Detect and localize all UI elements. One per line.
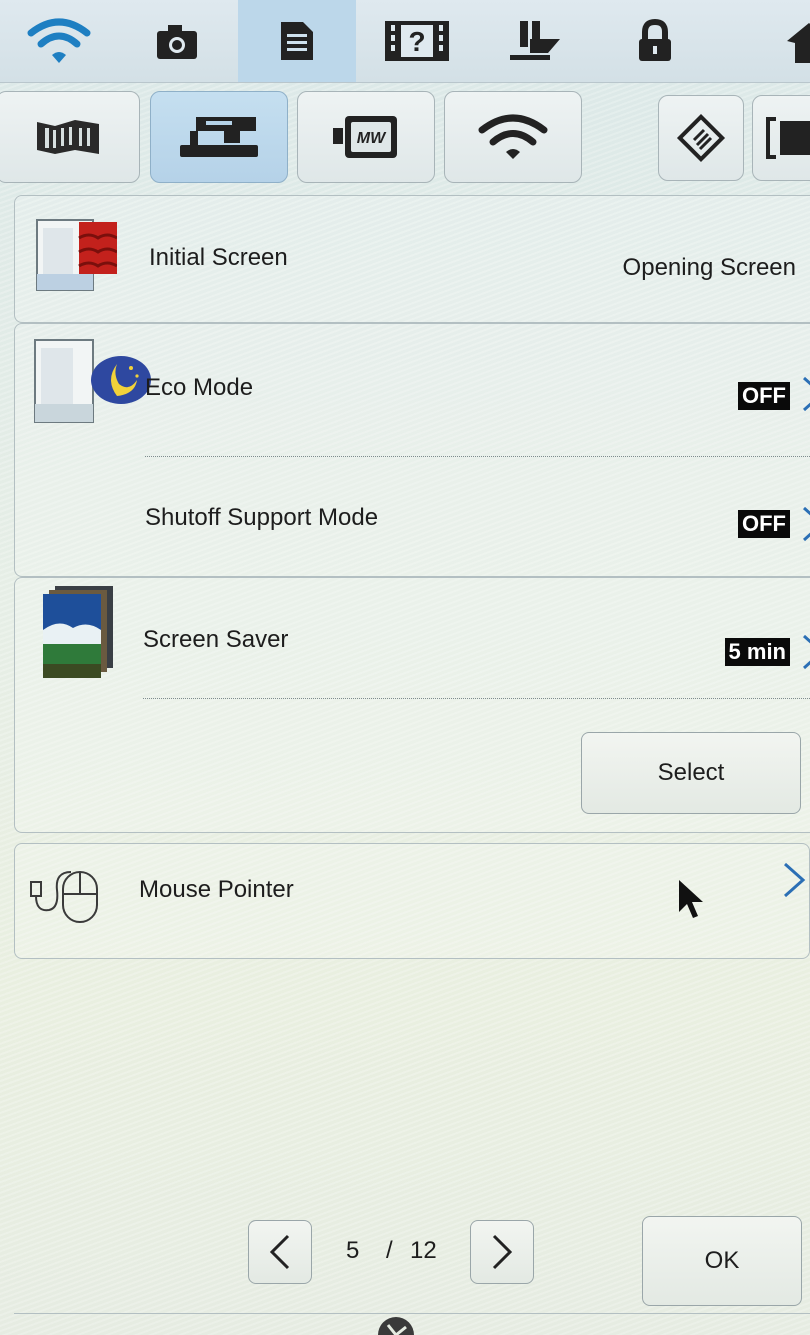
settings-screen: ? MW Initial Screen Opening Screen Eco M…	[0, 0, 810, 1335]
ok-button[interactable]: OK	[642, 1216, 802, 1306]
initial-screen-icon	[35, 214, 118, 291]
screen-saver-value: 5 min	[724, 638, 790, 666]
select-button[interactable]: Select	[581, 732, 801, 814]
presser-foot-icon[interactable]	[476, 0, 594, 82]
initial-screen-value: Opening Screen	[622, 254, 796, 281]
eco-mode-icon	[33, 336, 151, 426]
document-icon[interactable]	[238, 0, 356, 82]
chevron-right-icon	[803, 634, 810, 670]
chevron-right-icon	[803, 506, 810, 542]
page-current: 5	[346, 1237, 360, 1264]
home-icon[interactable]	[714, 0, 810, 82]
machine-settings-icon[interactable]	[0, 91, 140, 183]
clock-icon[interactable]	[366, 1311, 426, 1335]
screen-saver-label: Screen Saver	[143, 626, 289, 653]
screen-saver-group: Screen Saver 5 min Select	[14, 577, 810, 833]
wifi-icon[interactable]	[0, 0, 118, 82]
chevron-left-icon	[269, 1234, 290, 1270]
mouse-pointer-row[interactable]: Mouse Pointer	[14, 843, 810, 959]
eco-mode-value: OFF	[738, 382, 790, 410]
page-separator: /	[386, 1237, 393, 1264]
shutoff-support-label: Shutoff Support Mode	[145, 504, 379, 531]
category-tabs: MW	[0, 83, 810, 195]
help-icon[interactable]: ?	[358, 0, 476, 82]
divider	[145, 456, 810, 457]
wifi-icon[interactable]	[444, 91, 582, 183]
eco-mode-label: Eco Mode	[145, 374, 254, 401]
page-total: 12	[410, 1237, 437, 1264]
eco-mode-group: Eco Mode OFF Shutoff Support Mode OFF	[14, 323, 810, 577]
chevron-right-icon	[492, 1234, 513, 1270]
diamond-settings-icon[interactable]	[658, 95, 744, 181]
top-toolbar: ?	[0, 0, 810, 83]
screen-saver-icon	[29, 584, 115, 680]
chevron-right-icon	[803, 376, 810, 412]
prev-page-button[interactable]	[248, 1220, 312, 1284]
mouse-pointer-label: Mouse Pointer	[139, 876, 294, 903]
divider	[143, 698, 810, 699]
camera-icon[interactable]	[118, 0, 236, 82]
mouse-icon	[25, 854, 105, 924]
svg-text:MW: MW	[357, 130, 387, 147]
frame-icon[interactable]	[752, 95, 810, 181]
embroidery-frame-icon[interactable]: MW	[297, 91, 435, 183]
chevron-right-icon	[784, 862, 806, 898]
cursor-arrow-icon	[679, 880, 703, 918]
sewing-machine-icon[interactable]	[150, 91, 288, 183]
initial-screen-row[interactable]: Initial Screen Opening Screen	[14, 195, 810, 323]
svg-text:?: ?	[408, 26, 425, 57]
shutoff-support-value: OFF	[738, 510, 790, 538]
lock-icon[interactable]	[596, 0, 714, 82]
initial-screen-label: Initial Screen	[149, 244, 288, 271]
next-page-button[interactable]	[470, 1220, 534, 1284]
